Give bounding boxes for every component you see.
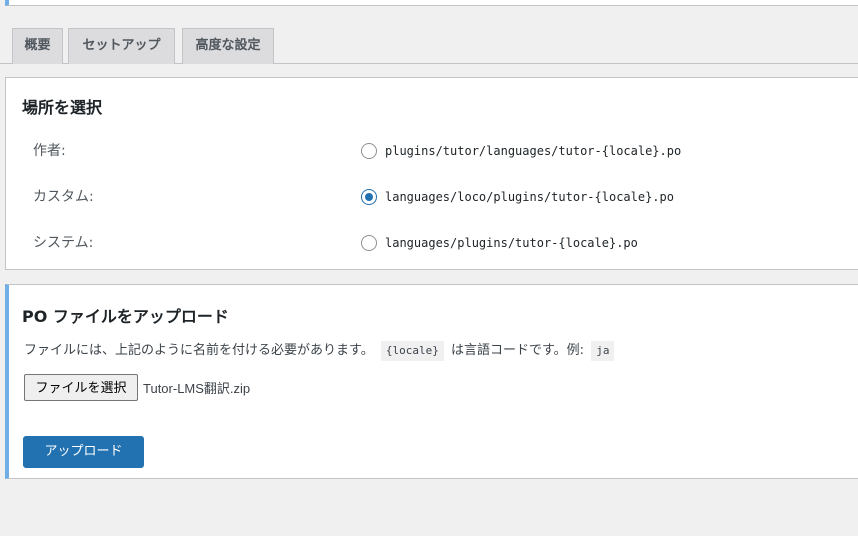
choose-file-button[interactable]: ファイルを選択 <box>24 374 138 401</box>
tab-setup[interactable]: セットアップ <box>68 28 175 64</box>
location-option-custom[interactable]: カスタム: languages/loco/plugins/tutor-{loca… <box>6 185 858 209</box>
location-label: システム: <box>33 235 94 251</box>
author-radio[interactable] <box>361 143 377 159</box>
desc-text: は言語コードです。例: <box>450 343 585 358</box>
tab-overview[interactable]: 概要 <box>12 28 63 64</box>
location-label: 作者: <box>33 143 66 159</box>
desc-text: ファイルには、上記のように名前を付ける必要があります。 <box>24 343 374 358</box>
previous-panel-edge <box>5 0 858 6</box>
upload-button[interactable]: アップロード <box>23 436 144 468</box>
example-code: ja <box>591 340 615 361</box>
locale-code: {locale} <box>380 340 444 361</box>
tab-bar: 概要 セットアップ 高度な設定 <box>0 28 858 64</box>
location-option-system[interactable]: システム: languages/plugins/tutor-{locale}.p… <box>6 231 858 255</box>
upload-description: ファイルには、上記のように名前を付ける必要があります。 {locale} は言語… <box>24 340 617 362</box>
location-path: languages/loco/plugins/tutor-{locale}.po <box>385 190 674 204</box>
selected-file-name: Tutor-LMS翻訳.zip <box>143 381 251 396</box>
upload-title: PO ファイルをアップロード <box>22 307 229 326</box>
location-option-author[interactable]: 作者: plugins/tutor/languages/tutor-{local… <box>6 139 858 163</box>
tab-advanced[interactable]: 高度な設定 <box>182 28 274 64</box>
location-panel: 場所を選択 作者: plugins/tutor/languages/tutor-… <box>5 77 858 270</box>
upload-panel: PO ファイルをアップロード ファイルには、上記のように名前を付ける必要がありま… <box>5 284 858 479</box>
location-path: languages/plugins/tutor-{locale}.po <box>385 236 638 250</box>
location-label: カスタム: <box>33 189 94 205</box>
system-radio[interactable] <box>361 235 377 251</box>
location-title: 場所を選択 <box>22 98 103 117</box>
custom-radio[interactable] <box>361 189 377 205</box>
location-path: plugins/tutor/languages/tutor-{locale}.p… <box>385 144 682 158</box>
